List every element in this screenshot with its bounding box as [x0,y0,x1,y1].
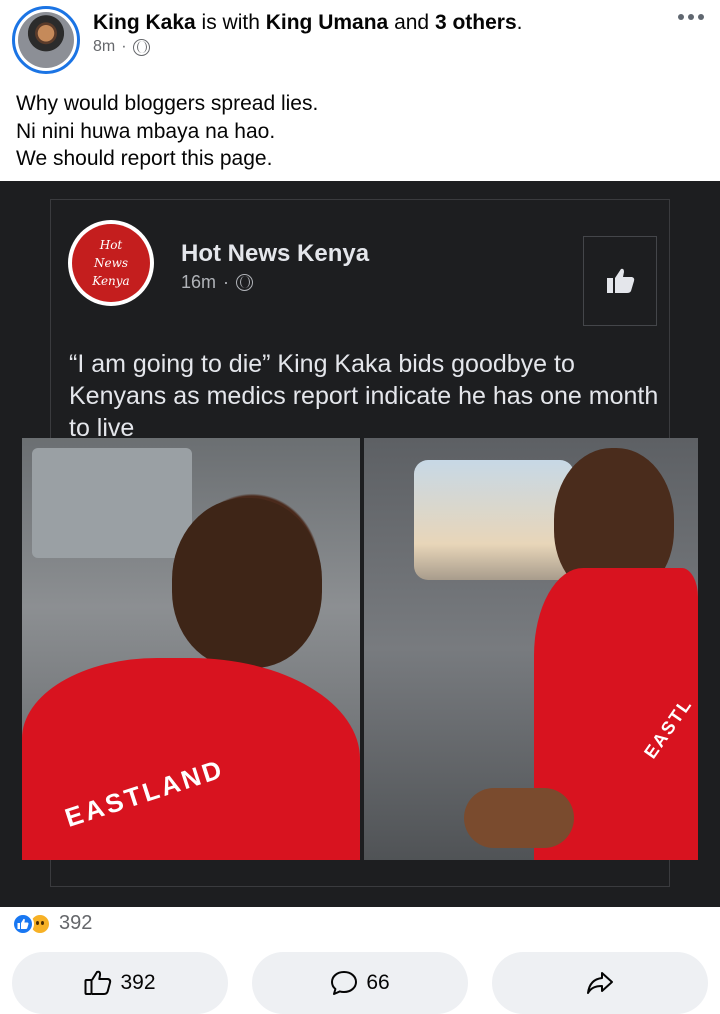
comment-icon [331,971,358,995]
and-text: and [388,11,435,34]
inner-post-time: 16m [181,272,217,292]
like-button[interactable]: 392 [12,952,228,1014]
inner-headline: “I am going to die” King Kaka bids goodb… [69,350,659,442]
inner-meta-separator: · [223,272,230,292]
thumbs-up-icon [84,970,112,995]
with-text: is with [195,11,266,34]
inner-post-meta: 16m · [181,272,254,293]
logo-text: News [93,256,129,270]
thumbs-up-icon [607,268,635,293]
inner-page-name: Hot News Kenya [181,240,370,267]
like-count: 392 [120,971,156,994]
photo-right: EASTL [364,438,698,860]
logo-text: Hot [99,238,123,252]
post-meta: 8m · [93,38,150,56]
others-link[interactable]: 3 others [435,11,517,34]
person-arm [464,788,574,848]
logo-text: Kenya [92,274,130,288]
meta-separator: · [121,38,127,55]
person-head [172,498,322,668]
globe-icon [236,274,254,291]
more-options-icon[interactable] [678,14,704,20]
action-bar: 392 66 [0,952,720,1014]
author-avatar[interactable] [12,6,80,74]
share-icon [587,972,613,994]
author-name[interactable]: King Kaka [93,11,196,34]
photo-left: EASTLAND [22,438,360,860]
tagged-name[interactable]: King Umana [266,11,389,34]
caption-line: Why would bloggers spread lies. [16,92,319,115]
caption-line: Ni nini huwa mbaya na hao. [16,119,276,143]
post-header: King Kaka is with King Umana and 3 other… [0,0,720,80]
share-button[interactable] [492,952,708,1014]
car-window [32,448,192,558]
shared-image[interactable]: Hot News Kenya Hot News Kenya 16m · “I a… [0,181,720,907]
comment-count: 66 [366,971,390,994]
comment-button[interactable]: 66 [252,952,468,1014]
post-time[interactable]: 8m [93,38,115,56]
author-line: King Kaka is with King Umana and 3 other… [93,10,523,36]
inner-like-button [583,236,657,326]
globe-icon [132,38,150,56]
reactions-summary[interactable]: 392 [12,912,92,935]
post-caption: Why would bloggers spread lies. Ni nini … [16,90,318,173]
car-window [414,460,574,580]
like-reaction-icon [12,912,34,935]
avatar-image [18,12,74,68]
caption-line: We should report this page. [16,147,273,170]
period-text: . [516,11,523,34]
hot-news-kenya-logo: Hot News Kenya [68,220,154,306]
reaction-count: 392 [59,912,93,934]
